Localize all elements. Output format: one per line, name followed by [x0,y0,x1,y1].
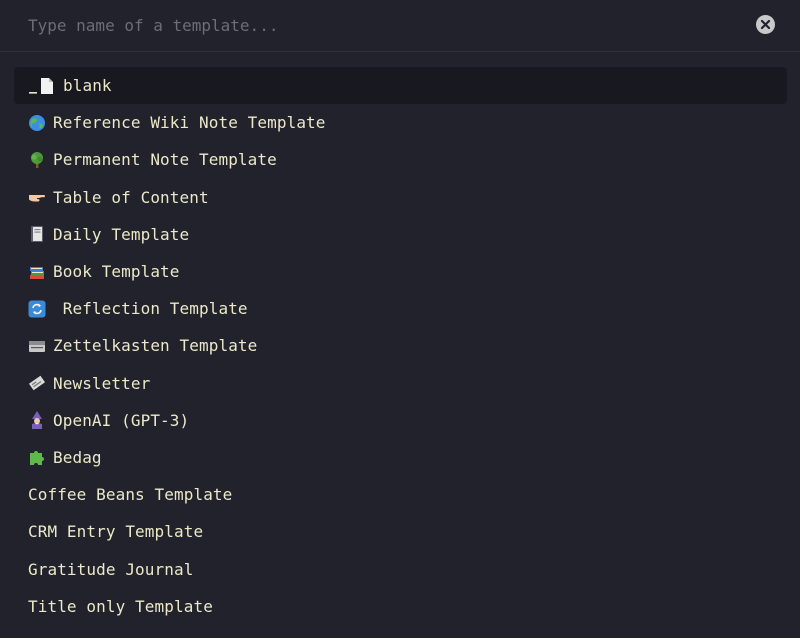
repeat-arrows-icon [28,300,46,318]
template-picker-modal: blank Reference Wiki Note Template Permane… [0,0,800,638]
template-item-label: Coffee Beans Template [28,485,233,505]
template-item[interactable]: OpenAI (GPT-3) [14,402,787,439]
template-item-label: Gratitude Journal [28,559,194,579]
template-item[interactable]: Daily Template [14,216,787,253]
template-list: blank Reference Wiki Note Template Permane… [14,67,787,625]
template-item-label: Reflection Template [53,299,248,319]
blank-page-icon [28,77,56,95]
tree-icon [28,151,46,169]
template-item[interactable]: Permanent Note Template [14,141,787,178]
template-item[interactable]: CRM Entry Template [14,513,787,550]
books-icon [28,263,46,281]
pointing-hand-icon [28,188,46,206]
template-item[interactable]: Gratitude Journal [14,550,787,587]
template-item[interactable]: Zettelkasten Template [14,327,787,364]
template-item-label: OpenAI (GPT-3) [53,410,190,430]
template-item-label: CRM Entry Template [28,522,204,542]
template-item[interactable]: Title only Template [14,588,787,625]
clear-search-button[interactable] [756,15,775,34]
template-item-label: blank [63,76,112,96]
template-item[interactable]: Table of Content [14,179,787,216]
puzzle-icon [28,448,46,466]
template-item-label: Bedag [53,447,102,467]
template-item-label: Daily Template [53,224,190,244]
template-item-label: Reference Wiki Note Template [53,113,326,133]
globe-icon [28,114,46,132]
template-item-label: Title only Template [28,596,213,616]
template-item[interactable]: Newsletter [14,365,787,402]
card-box-icon [28,337,46,355]
notebook-icon [28,225,46,243]
template-item-label: Permanent Note Template [53,150,277,170]
template-item[interactable]: Reference Wiki Note Template [14,104,787,141]
template-item-label: Zettelkasten Template [53,336,258,356]
template-item[interactable]: Reflection Template [14,290,787,327]
template-item-label: Newsletter [53,373,151,393]
template-item-label: Book Template [53,262,180,282]
template-item[interactable]: Coffee Beans Template [14,476,787,513]
template-item-label: Table of Content [53,187,209,207]
template-item[interactable]: blank [14,67,787,105]
template-search-input[interactable] [0,0,740,51]
close-icon [760,19,771,30]
newspaper-icon [28,374,46,392]
template-item[interactable]: Bedag [14,439,787,476]
wizard-icon [28,411,46,430]
template-item[interactable]: Book Template [14,253,787,290]
search-bar [0,0,800,52]
